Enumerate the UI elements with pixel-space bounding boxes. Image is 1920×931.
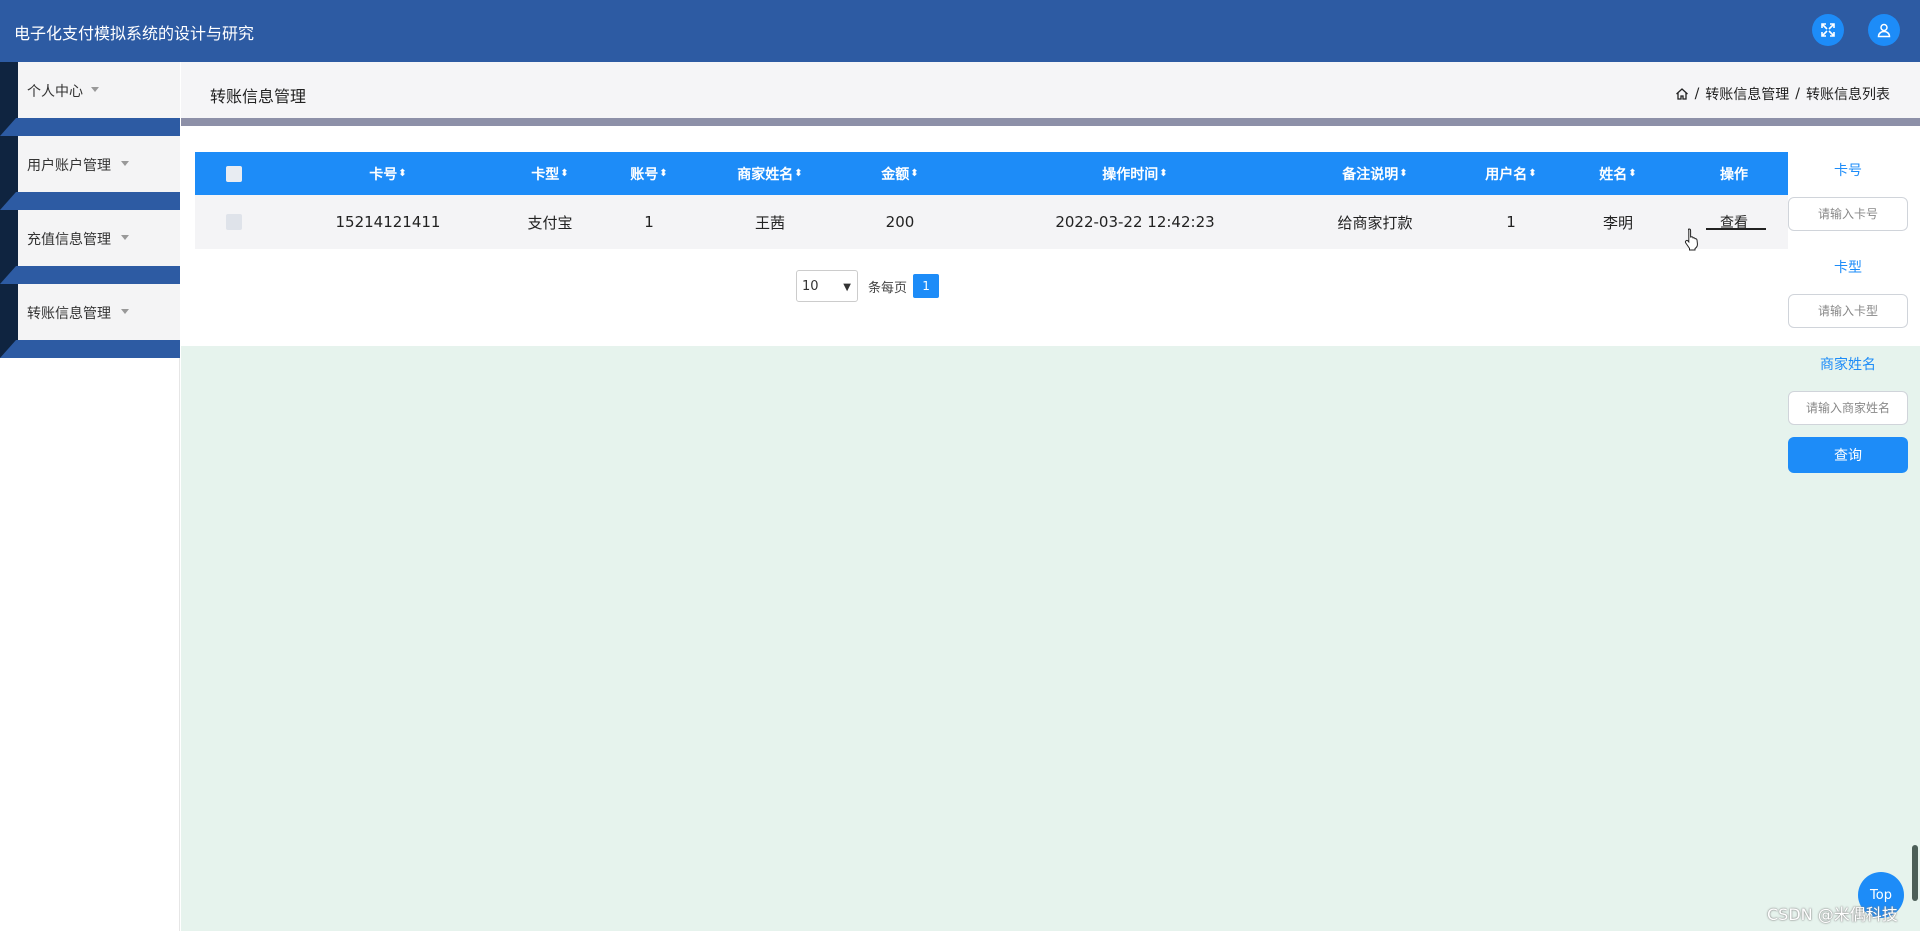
hand-cursor-icon (1684, 228, 1698, 251)
app-title: 电子化支付模拟系统的设计与研究 (14, 24, 255, 43)
view-button[interactable]: 查看 (1706, 212, 1766, 232)
chevron-down-icon: ▼ (843, 282, 851, 293)
cell-time: 2022-03-22 12:42:23 (1055, 213, 1215, 231)
scrollbar-thumb[interactable] (1912, 845, 1918, 901)
per-page-label: 条每页 (868, 280, 908, 296)
pagination: 10 ▼ 条每页 1 (796, 270, 940, 302)
sidebar-item-label: 转账信息管理 (27, 306, 111, 322)
page-title: 转账信息管理 (210, 87, 307, 106)
cell-account: 1 (644, 213, 654, 231)
column-header-amount[interactable]: 金额 ⬍ (855, 152, 945, 195)
top-bar: 电子化支付模拟系统的设计与研究 (0, 0, 1920, 62)
sort-icon: ⬍ (794, 168, 803, 179)
cell-remark: 给商家打款 (1337, 213, 1413, 232)
search-button[interactable]: 查询 (1788, 437, 1908, 473)
card-type-input[interactable] (1788, 294, 1908, 328)
breadcrumb-item[interactable]: 转账信息管理 (1705, 84, 1789, 104)
sidebar-item-label: 个人中心 (27, 84, 83, 100)
fullscreen-button[interactable] (1812, 14, 1844, 46)
caret-down-icon (121, 309, 129, 314)
cell-username: 1 (1506, 213, 1516, 231)
cell-card-type: 支付宝 (527, 213, 573, 232)
sort-icon: ⬍ (1628, 168, 1637, 179)
table-row: 15214121411 支付宝 1 王茜 200 2022-03-22 12:4… (195, 195, 1788, 249)
caret-down-icon (121, 161, 129, 166)
sidebar: 个人中心 用户账户管理 充值信息管理 转账信息管理 (0, 62, 180, 931)
sidebar-item-label: 充值信息管理 (27, 232, 111, 248)
column-header-remark[interactable]: 备注说明 ⬍ (1305, 152, 1445, 195)
table-header: 卡号 ⬍ 卡型 ⬍ 账号 ⬍ 商家姓名 ⬍ 金额 ⬍ 操作时间 ⬍ 备注说明 ⬍ 用户名 ⬍ 姓… (195, 152, 1788, 195)
cell-name: 李明 (1602, 213, 1633, 232)
user-button[interactable] (1868, 14, 1900, 46)
header-divider (181, 118, 1920, 126)
home-icon[interactable] (1675, 87, 1689, 101)
cell-merchant: 王茜 (754, 213, 785, 232)
column-header-name[interactable]: 姓名 ⬍ (1563, 152, 1673, 195)
page-button-current[interactable]: 1 (913, 274, 940, 298)
sidebar-item-label: 用户账户管理 (27, 158, 111, 174)
row-checkbox[interactable] (226, 214, 242, 230)
breadcrumb-separator: / (1694, 86, 1700, 102)
breadcrumb-item: 转账信息列表 (1806, 87, 1890, 103)
sidebar-item-transfer[interactable]: 转账信息管理 (0, 284, 180, 358)
column-header-card-type[interactable]: 卡型 ⬍ (500, 152, 600, 195)
breadcrumb-separator: / (1795, 86, 1800, 102)
breadcrumb: / 转账信息管理 / 转账信息列表 (1675, 84, 1890, 104)
column-header-username[interactable]: 用户名 ⬍ (1456, 152, 1566, 195)
column-header-time[interactable]: 操作时间 ⬍ (1045, 152, 1225, 195)
column-header-card-no[interactable]: 卡号 ⬍ (313, 152, 463, 195)
search-label-card-type: 卡型 (1834, 260, 1862, 276)
sidebar-item-user-accounts[interactable]: 用户账户管理 (0, 136, 180, 210)
search-label-card-no: 卡号 (1834, 163, 1862, 179)
search-label-merchant: 商家姓名 (1820, 357, 1876, 373)
select-all-checkbox[interactable] (226, 165, 242, 182)
expand-icon (1821, 23, 1835, 37)
transfer-table: 卡号 ⬍ 卡型 ⬍ 账号 ⬍ 商家姓名 ⬍ 金额 ⬍ 操作时间 ⬍ 备注说明 ⬍ 用户名 ⬍ 姓… (195, 152, 1788, 249)
cell-amount: 200 (885, 213, 915, 231)
sort-icon: ⬍ (560, 168, 569, 179)
column-header-account[interactable]: 账号 ⬍ (609, 152, 689, 195)
card-no-input[interactable] (1788, 197, 1908, 231)
page-size-select[interactable]: 10 ▼ (796, 270, 858, 302)
sort-icon: ⬍ (1528, 168, 1537, 179)
sort-icon: ⬍ (659, 168, 668, 179)
sort-icon: ⬍ (910, 168, 919, 179)
content-background (181, 346, 1920, 931)
cell-card-no: 15214121411 (335, 213, 441, 231)
column-header-merchant[interactable]: 商家姓名 ⬍ (695, 152, 845, 195)
column-header-action: 操作 (1720, 166, 1748, 183)
page-header: 转账信息管理 / 转账信息管理 / 转账信息列表 (181, 62, 1920, 118)
sort-icon: ⬍ (1159, 168, 1168, 179)
merchant-input[interactable] (1788, 391, 1908, 425)
sidebar-item-recharge[interactable]: 充值信息管理 (0, 210, 180, 284)
caret-down-icon (121, 235, 129, 240)
caret-down-icon (91, 87, 99, 92)
user-icon (1877, 23, 1891, 38)
sort-icon: ⬍ (398, 168, 407, 179)
sidebar-item-personal-center[interactable]: 个人中心 (0, 62, 180, 136)
sort-icon: ⬍ (1399, 168, 1408, 179)
watermark: CSDN @米偶科技 (1767, 905, 1898, 924)
